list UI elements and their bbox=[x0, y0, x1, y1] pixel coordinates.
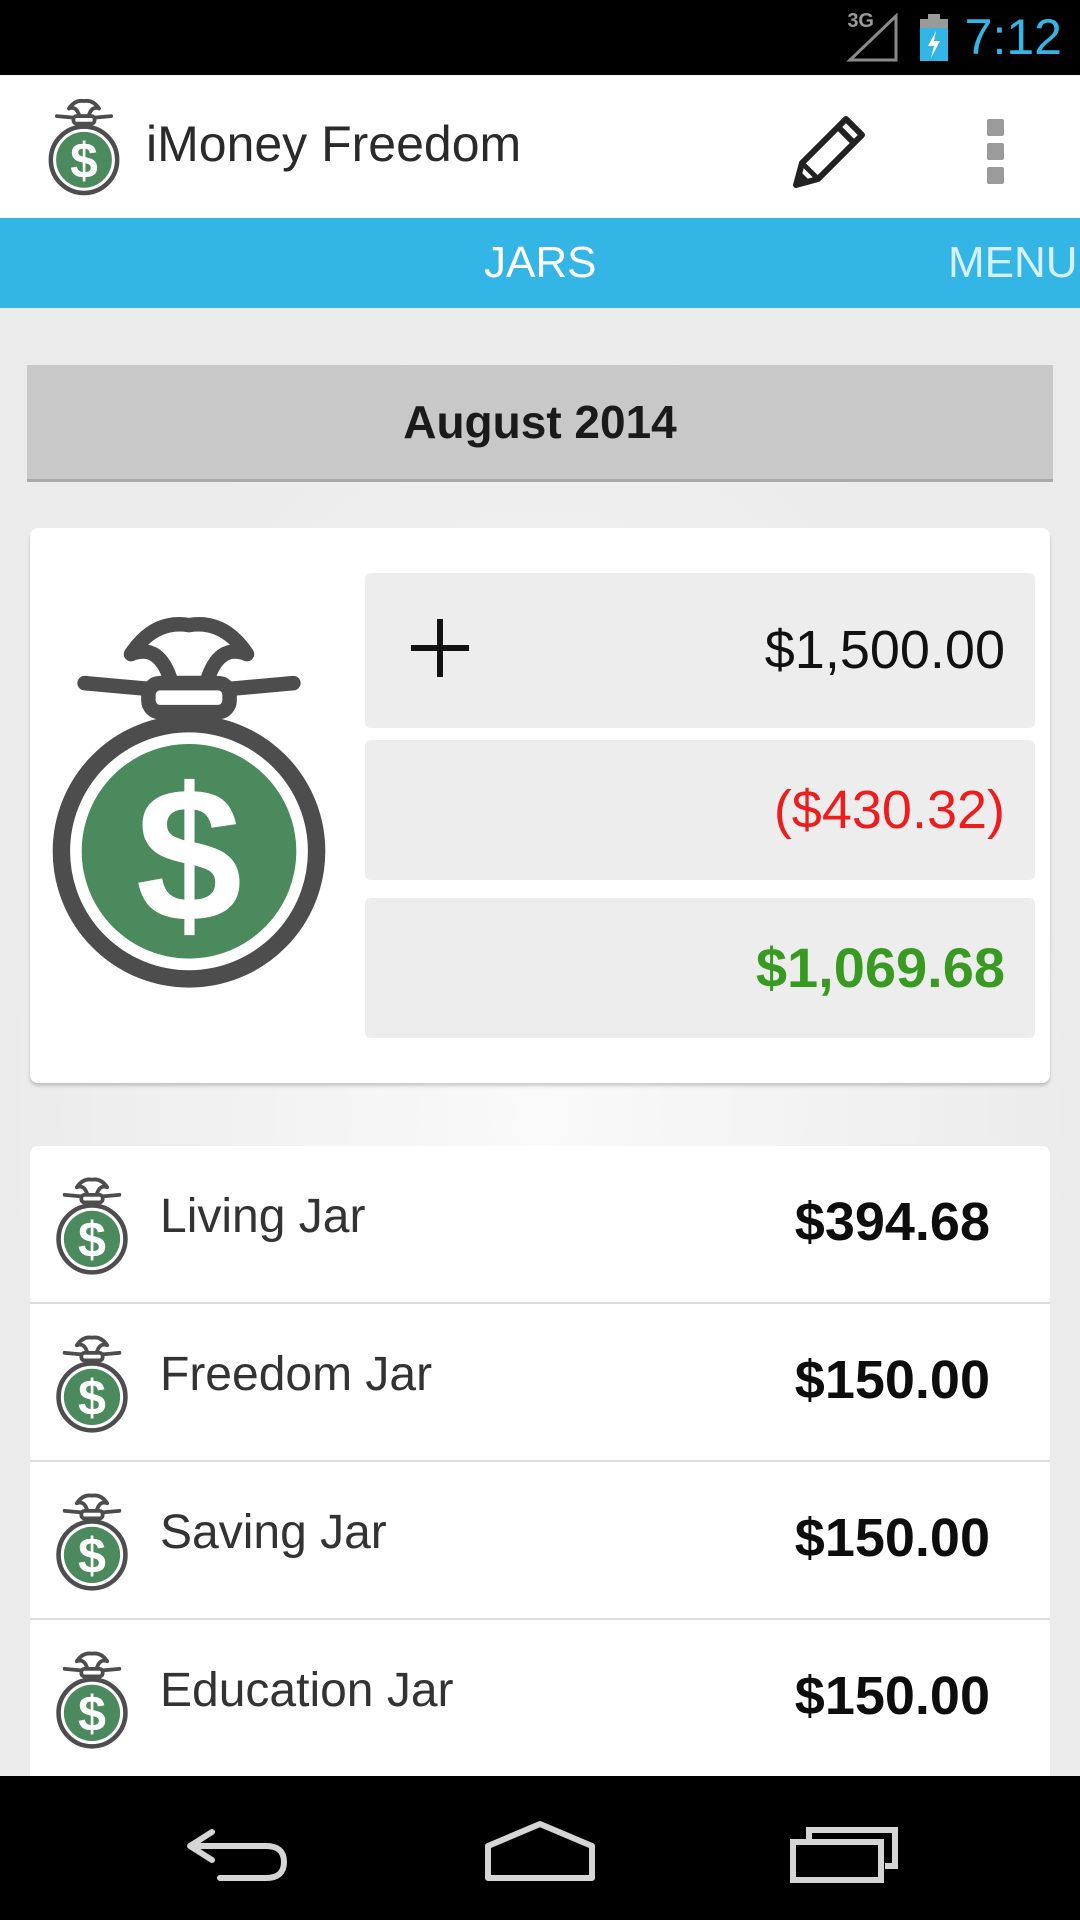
income-box[interactable]: $1,500.00 bbox=[365, 573, 1035, 728]
jar-list: Living Jar $394.68 Freedom Jar $150.00 S… bbox=[30, 1146, 1050, 1776]
app-title: iMoney Freedom bbox=[146, 116, 522, 172]
money-bag-icon[interactable] bbox=[46, 98, 122, 196]
jar-amount: $150.00 bbox=[794, 1350, 990, 1410]
clock: 7:12 bbox=[964, 9, 1062, 65]
jar-name: Living Jar bbox=[160, 1190, 366, 1243]
expense-amount: ($430.32) bbox=[773, 780, 1005, 840]
money-bag-icon bbox=[54, 1176, 130, 1276]
money-bag-icon bbox=[44, 608, 334, 996]
money-bag-icon bbox=[54, 1650, 130, 1750]
list-item[interactable]: Living Jar $394.68 bbox=[30, 1146, 1050, 1304]
action-bar: iMoney Freedom bbox=[0, 75, 1080, 218]
jar-name: Freedom Jar bbox=[160, 1348, 433, 1401]
tab-jars[interactable]: JARS bbox=[484, 218, 596, 308]
list-item[interactable]: Saving Jar $150.00 bbox=[30, 1462, 1050, 1620]
battery-icon bbox=[920, 14, 948, 61]
navigation-bar bbox=[0, 1776, 1080, 1920]
tab-strip: JARS MENU bbox=[0, 218, 1080, 308]
home-icon[interactable] bbox=[480, 1816, 600, 1886]
plus-icon[interactable] bbox=[407, 615, 473, 681]
main-content: August 2014 $1,500.00 ($430.32) $1,069.6… bbox=[0, 308, 1080, 1776]
recents-icon[interactable] bbox=[785, 1816, 905, 1886]
list-item[interactable]: Freedom Jar $150.00 bbox=[30, 1304, 1050, 1462]
jar-amount: $150.00 bbox=[794, 1508, 990, 1568]
back-icon[interactable] bbox=[180, 1816, 300, 1886]
summary-card: $1,500.00 ($430.32) $1,069.68 bbox=[30, 528, 1050, 1083]
list-item[interactable]: Education Jar $150.00 bbox=[30, 1620, 1050, 1776]
expense-box[interactable]: ($430.32) bbox=[365, 740, 1035, 880]
jar-name: Education Jar bbox=[160, 1664, 454, 1717]
income-amount: $1,500.00 bbox=[764, 620, 1005, 680]
overflow-menu-icon[interactable] bbox=[975, 111, 1017, 191]
money-bag-icon bbox=[54, 1334, 130, 1434]
balance-amount: $1,069.68 bbox=[755, 936, 1005, 999]
balance-box[interactable]: $1,069.68 bbox=[365, 898, 1035, 1038]
tab-menu[interactable]: MENU bbox=[948, 218, 1078, 308]
jar-amount: $394.68 bbox=[794, 1192, 990, 1252]
jar-amount: $150.00 bbox=[794, 1666, 990, 1726]
signal-icon bbox=[846, 12, 898, 62]
money-bag-icon bbox=[54, 1492, 130, 1592]
pencil-icon[interactable] bbox=[780, 111, 870, 191]
status-bar: 3G 7:12 bbox=[0, 0, 1080, 75]
month-selector-button[interactable]: August 2014 bbox=[27, 365, 1053, 482]
jar-name: Saving Jar bbox=[160, 1506, 387, 1559]
